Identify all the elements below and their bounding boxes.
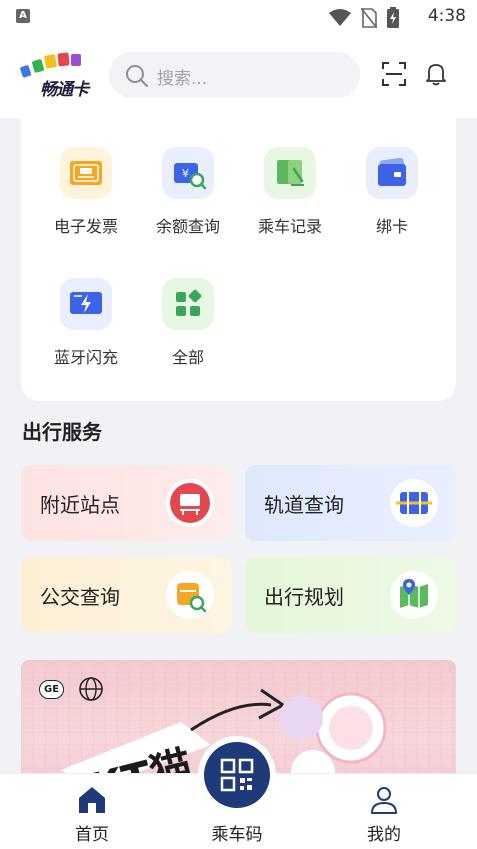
rail-query-icon (390, 479, 438, 527)
service-nearby-stops[interactable]: 附近站点 (21, 465, 232, 541)
logo-text: 畅通卡 (40, 80, 89, 100)
no-sim-icon (361, 7, 377, 28)
travel-services-title: 出行服务 (22, 420, 102, 444)
service-label: 公交查询 (40, 585, 120, 609)
bus-query-icon (166, 571, 214, 619)
globe-icon (79, 677, 103, 701)
balance-query-icon: ¥ (162, 147, 214, 199)
home-icon (79, 787, 105, 813)
app-logo[interactable]: 畅通卡 (19, 52, 99, 100)
tab-label: 乘车码 (211, 825, 263, 845)
quick-action-balance-query[interactable]: ¥ 余额查询 (137, 147, 239, 237)
quick-action-label: 绑卡 (375, 217, 408, 236)
quick-action-ride-record[interactable]: 乘车记录 (239, 147, 341, 237)
quick-action-label: 蓝牙闪充 (53, 348, 118, 367)
search-placeholder: 搜索... (157, 69, 208, 89)
all-apps-icon (162, 278, 214, 330)
status-bar: A 4:38 (0, 0, 477, 34)
quick-action-label: 电子发票 (53, 217, 118, 236)
scan-icon[interactable] (382, 62, 406, 86)
app-header: 畅通卡 搜索... (0, 34, 477, 118)
service-label: 轨道查询 (264, 493, 344, 517)
quick-action-label: 全部 (171, 348, 204, 367)
quick-action-all[interactable]: 全部 (137, 278, 239, 368)
search-icon (126, 65, 148, 87)
service-bus-query[interactable]: 公交查询 (21, 557, 232, 633)
quick-action-e-invoice[interactable]: 电子发票 (35, 147, 137, 237)
tab-ride-code[interactable]: 乘车码 (177, 742, 297, 845)
service-label: 附近站点 (40, 493, 120, 517)
e-invoice-icon (60, 147, 112, 199)
quick-action-label: 乘车记录 (257, 217, 322, 236)
tab-label: 我的 (367, 825, 401, 845)
tab-home[interactable]: 首页 (32, 774, 152, 845)
quick-actions-card: 电子发票 ¥ 余额查询 乘车记录 绑卡 蓝牙闪充 全部 (21, 118, 456, 401)
bind-card-icon (366, 147, 418, 199)
status-icons (329, 7, 399, 28)
search-bar[interactable]: 搜索... (109, 52, 360, 98)
bluetooth-charge-icon (60, 278, 112, 330)
bell-icon[interactable] (425, 62, 447, 86)
battery-charging-icon (387, 7, 399, 28)
service-label: 出行规划 (264, 585, 344, 609)
banner-badge: GE (39, 680, 65, 699)
status-time: 4:38 (427, 6, 466, 26)
svg-text:¥: ¥ (182, 167, 189, 180)
wifi-icon (329, 8, 351, 26)
quick-action-bind-card[interactable]: 绑卡 (341, 147, 443, 237)
map-plan-icon (390, 571, 438, 619)
bottom-tab-bar: 首页 乘车码 我的 (0, 742, 477, 849)
bus-stop-icon (166, 479, 214, 527)
qr-code-icon (220, 758, 254, 792)
quick-action-bluetooth-charge[interactable]: 蓝牙闪充 (35, 278, 137, 368)
tab-label: 首页 (75, 825, 109, 845)
user-icon (371, 787, 397, 814)
ride-code-button[interactable] (204, 742, 270, 808)
notification-a-icon: A (16, 9, 30, 23)
tab-mine[interactable]: 我的 (324, 774, 444, 845)
ride-record-icon (264, 147, 316, 199)
service-rail-query[interactable]: 轨道查询 (245, 465, 456, 541)
quick-action-label: 余额查询 (155, 217, 220, 236)
service-trip-planning[interactable]: 出行规划 (245, 557, 456, 633)
